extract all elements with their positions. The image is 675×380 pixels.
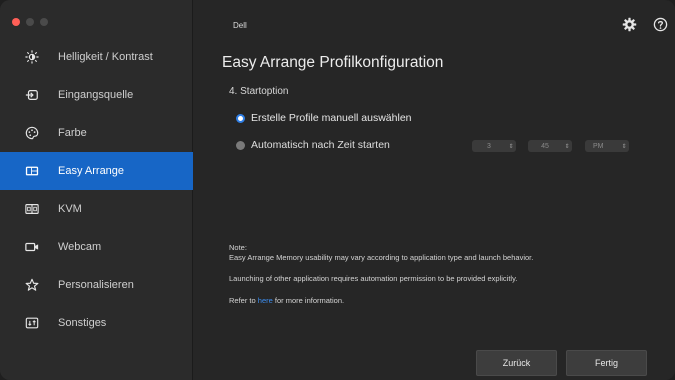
section-label: 4. Startoption xyxy=(229,86,289,97)
page-title: Easy Arrange Profilkonfiguration xyxy=(222,54,444,71)
note-text: Note: Easy Arrange Memory usability may … xyxy=(229,243,533,263)
note-heading: Note: xyxy=(229,243,247,252)
sidebar-item-label: Webcam xyxy=(58,241,102,253)
star-icon xyxy=(24,277,40,293)
zoom-window-button[interactable] xyxy=(40,18,48,26)
period-stepper[interactable]: PM ⇕ xyxy=(585,140,629,152)
settings-gear-icon[interactable] xyxy=(621,16,637,32)
webcam-icon xyxy=(24,239,40,255)
app-window: Helligkeit / Kontrast Eingangsquelle Far… xyxy=(0,0,675,380)
sidebar-item-label: Helligkeit / Kontrast xyxy=(58,51,153,63)
stepper-arrows-icon[interactable]: ⇕ xyxy=(506,143,516,150)
close-window-button[interactable] xyxy=(12,18,20,26)
sidebar-item-kvm[interactable]: KVM xyxy=(0,190,193,228)
option-label: Automatisch nach Zeit starten xyxy=(251,139,390,151)
sidebar-item-label: Sonstiges xyxy=(58,317,107,329)
sidebar-item-label: Easy Arrange xyxy=(58,165,125,177)
input-source-icon xyxy=(24,87,40,103)
option-auto-time-start[interactable]: Automatisch nach Zeit starten xyxy=(236,139,390,151)
sidebar-item-label: Personalisieren xyxy=(58,279,134,291)
sidebar-item-color[interactable]: Farbe xyxy=(0,114,193,152)
window-controls xyxy=(12,18,48,26)
minimize-window-button[interactable] xyxy=(26,18,34,26)
hour-value: 3 xyxy=(487,142,491,150)
minute-stepper[interactable]: 45 ⇕ xyxy=(528,140,572,152)
here-link[interactable]: here xyxy=(258,296,273,305)
refer-prefix: Refer to xyxy=(229,296,256,305)
sidebar-item-input-source[interactable]: Eingangsquelle xyxy=(0,76,193,114)
help-icon[interactable] xyxy=(652,16,668,32)
sidebar-item-webcam[interactable]: Webcam xyxy=(0,228,193,266)
sidebar-item-misc[interactable]: Sonstiges xyxy=(0,304,193,342)
done-button[interactable]: Fertig xyxy=(566,350,647,376)
minute-value: 45 xyxy=(541,142,549,150)
kvm-icon xyxy=(24,201,40,217)
option-label: Erstelle Profile manuell auswählen xyxy=(251,112,412,124)
stepper-arrows-icon[interactable]: ⇕ xyxy=(619,143,629,150)
sidebar-item-easy-arrange[interactable]: Easy Arrange xyxy=(0,152,193,190)
refer-line: Refer to here for more information. xyxy=(229,296,344,306)
color-palette-icon xyxy=(24,125,40,141)
refer-suffix: for more information. xyxy=(274,296,345,305)
radio-unselected[interactable] xyxy=(236,140,245,150)
radio-selected[interactable] xyxy=(236,113,245,123)
main-panel: Dell Easy Arrange Profilkonfiguration 4.… xyxy=(194,0,675,380)
back-button[interactable]: Zurück xyxy=(476,350,557,376)
hour-stepper[interactable]: 3 ⇕ xyxy=(472,140,516,152)
period-value: PM xyxy=(593,142,604,150)
note-line: Easy Arrange Memory usability may vary a… xyxy=(229,253,534,262)
option-manual-profiles[interactable]: Erstelle Profile manuell auswählen xyxy=(236,112,412,124)
brightness-icon xyxy=(24,49,40,65)
misc-icon xyxy=(24,315,40,331)
sidebar: Helligkeit / Kontrast Eingangsquelle Far… xyxy=(0,0,193,380)
sidebar-nav: Helligkeit / Kontrast Eingangsquelle Far… xyxy=(0,38,193,342)
easy-arrange-icon xyxy=(24,163,40,179)
sidebar-item-label: KVM xyxy=(58,203,82,215)
stepper-arrows-icon[interactable]: ⇕ xyxy=(562,143,572,150)
sidebar-item-brightness[interactable]: Helligkeit / Kontrast xyxy=(0,38,193,76)
brand-label: Dell xyxy=(233,21,247,30)
sidebar-item-personalize[interactable]: Personalisieren xyxy=(0,266,193,304)
note-line: Launching of other application requires … xyxy=(229,274,518,283)
sidebar-item-label: Farbe xyxy=(58,127,87,139)
sidebar-item-label: Eingangsquelle xyxy=(58,89,134,101)
